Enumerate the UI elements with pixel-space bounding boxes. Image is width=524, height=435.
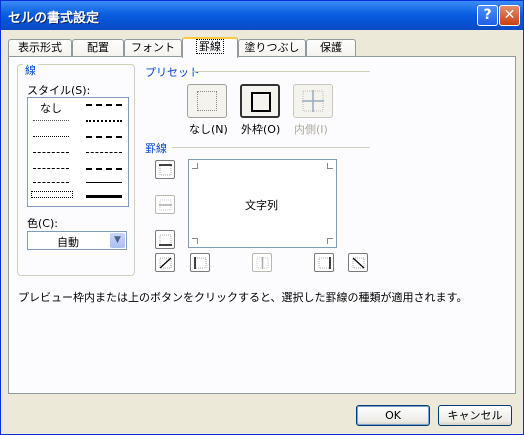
- chevron-down-icon[interactable]: ▼: [110, 233, 125, 248]
- line-style-medium-dashdotdot[interactable]: [86, 136, 122, 138]
- border-inside-vertical-button[interactable]: [252, 253, 272, 272]
- border-diagonal-down-icon: [352, 257, 365, 269]
- line-style-none[interactable]: なし: [40, 100, 62, 116]
- border-diagonal-down-button[interactable]: [348, 253, 368, 272]
- border-right-icon: [318, 257, 331, 269]
- border-inside-vertical-icon: [256, 257, 269, 269]
- preset-none-button[interactable]: [187, 84, 227, 118]
- border-bottom-button[interactable]: [155, 230, 175, 249]
- preset-none-icon: [197, 91, 217, 111]
- title-bar[interactable]: セルの書式設定 ? ✕: [1, 1, 523, 30]
- tab-number-format[interactable]: 表示形式: [8, 39, 72, 56]
- color-label: 色(C):: [27, 217, 58, 230]
- line-heading: 線: [23, 62, 38, 78]
- preview-corner: [192, 238, 198, 244]
- tab-fill[interactable]: 塗りつぶし: [238, 39, 306, 56]
- border-diagonal-up-icon: [159, 257, 172, 269]
- preview-corner: [327, 238, 333, 244]
- preset-divider: [192, 71, 370, 72]
- style-label: スタイル(S):: [27, 84, 91, 97]
- window-title: セルの書式設定: [8, 11, 100, 26]
- border-inside-horizontal-icon: [159, 199, 172, 211]
- preview-corner: [327, 163, 333, 169]
- border-top-icon: [159, 164, 172, 176]
- close-icon[interactable]: ✕: [499, 5, 520, 26]
- border-diagonal-up-button[interactable]: [155, 253, 175, 272]
- line-style-medium-dashed-left[interactable]: [33, 182, 69, 183]
- tab-font[interactable]: フォント: [124, 39, 182, 56]
- border-right-button[interactable]: [314, 253, 334, 272]
- preview-corner: [192, 163, 198, 169]
- preset-outline-label: 外枠(O): [241, 123, 281, 136]
- border-divider: [172, 147, 370, 148]
- tab-alignment[interactable]: 配置: [72, 39, 124, 56]
- line-style-dashdotdot[interactable]: [33, 152, 69, 153]
- line-style-list[interactable]: なし: [27, 97, 129, 207]
- border-heading: 罫線: [145, 142, 167, 155]
- border-top-button[interactable]: [155, 160, 175, 179]
- tab-border[interactable]: 罫線: [182, 37, 238, 58]
- border-bottom-icon: [159, 234, 172, 246]
- border-preview[interactable]: 文字列: [188, 159, 337, 248]
- border-left-button[interactable]: [190, 253, 210, 272]
- preset-outline-icon: [251, 92, 271, 112]
- preset-inside-label: 内側(I): [294, 123, 328, 136]
- preset-none-label: なし(N): [189, 123, 228, 136]
- line-style-dotted[interactable]: [33, 136, 69, 137]
- color-value: 自動: [57, 236, 79, 249]
- preset-inside-button[interactable]: [293, 84, 333, 118]
- line-style-dashdot[interactable]: [86, 152, 122, 153]
- line-style-thick[interactable]: [86, 195, 122, 198]
- preset-heading: プリセット: [145, 66, 200, 79]
- tab-protection[interactable]: 保護: [306, 39, 356, 56]
- ok-button[interactable]: OK: [356, 405, 430, 426]
- border-inside-horizontal-button[interactable]: [155, 195, 175, 214]
- preset-outline-button[interactable]: [240, 84, 280, 118]
- color-select[interactable]: 自動 ▼: [27, 231, 127, 250]
- line-style-dashed[interactable]: [33, 168, 69, 169]
- line-style-double[interactable]: [31, 191, 73, 198]
- help-icon[interactable]: ?: [477, 5, 498, 26]
- line-style-thin[interactable]: [86, 182, 122, 183]
- preview-text: 文字列: [245, 199, 278, 212]
- line-style-medium-dashed[interactable]: [86, 168, 122, 170]
- border-left-icon: [194, 257, 207, 269]
- cancel-button[interactable]: キャンセル: [438, 405, 512, 426]
- line-style-hair[interactable]: [33, 120, 69, 121]
- line-style-slant-dashdot[interactable]: [86, 120, 122, 122]
- line-style-medium-dashdot[interactable]: [86, 104, 122, 106]
- help-text: プレビュー枠内または上のボタンをクリックすると、選択した罫線の種類が適用されます…: [18, 291, 468, 304]
- preset-inside-icon: [302, 90, 324, 112]
